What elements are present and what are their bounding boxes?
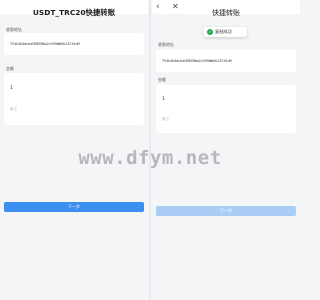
watermark-text: www.dfym.net [78,147,222,169]
amount-card: 1 备注 [4,73,144,125]
amount-label: 金额 [6,66,14,71]
page-title: 快捷转账 [212,9,240,17]
address-value: TV4h4EAdukeHSBG9Wa2zVX9WW4k2Z2tSuM [10,42,80,46]
next-button[interactable]: 下一步 [4,202,144,212]
copy-success-toast: ✓ 复制成功 [203,27,247,37]
address-value: TV4h4EAdukeHSBG9Wa2zVX9WW4k2Z2tSuM [162,59,232,63]
close-icon[interactable]: ✕ [172,0,179,14]
note-input[interactable]: 备注 [10,107,17,112]
next-button[interactable]: 下一步 [156,206,296,216]
amount-input[interactable]: 1 [162,97,165,102]
back-icon[interactable]: ‹ [156,0,160,14]
page-title: USDT_TRC20快捷转账 [32,8,116,17]
address-field[interactable]: TV4h4EAdukeHSBG9Wa2zVX9WW4k2Z2tSuM [4,33,144,55]
header: ‹ ✕ 快捷转账 [152,0,300,17]
toast-text: 复制成功 [215,29,232,34]
amount-input[interactable]: 1 [10,86,13,91]
amount-card: 1 备注 [156,85,296,133]
header: USDT_TRC20快捷转账 [0,0,148,17]
address-field[interactable]: TV4h4EAdukeHSBG9Wa2zVX9WW4k2Z2tSuM [156,50,296,72]
address-label: 收款地址 [158,42,174,47]
check-icon: ✓ [207,29,213,35]
amount-label: 金额 [158,77,166,82]
note-input[interactable]: 备注 [162,117,169,122]
